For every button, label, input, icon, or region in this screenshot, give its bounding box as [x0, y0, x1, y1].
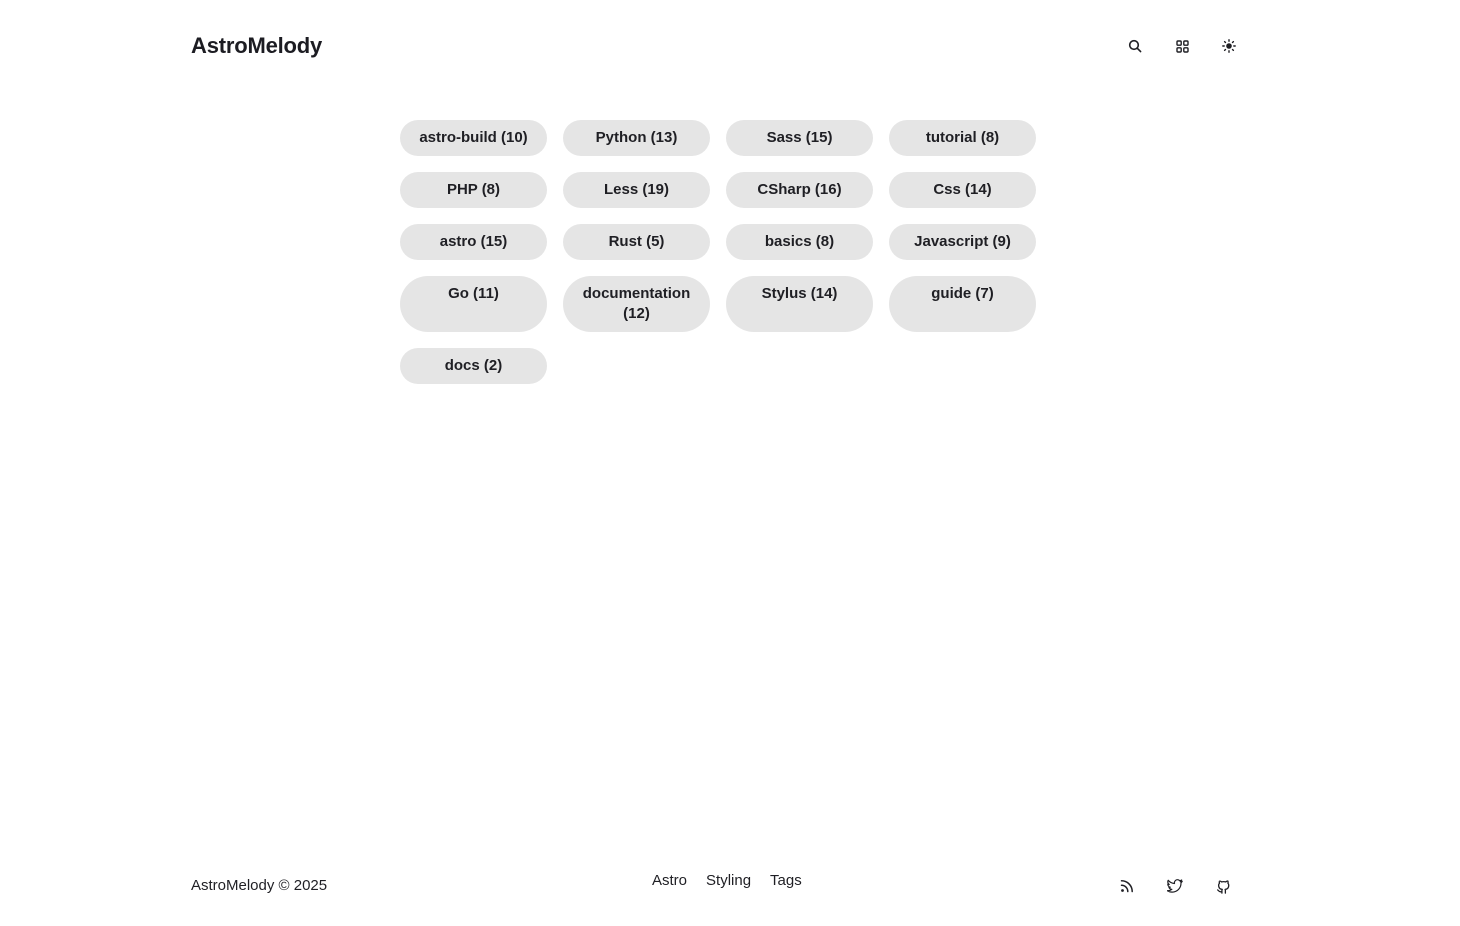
- tag-basics[interactable]: basics (8): [726, 224, 873, 260]
- footer-link-tags[interactable]: Tags: [770, 872, 802, 890]
- site-header: AstroMelody: [191, 31, 1241, 61]
- tag-guide[interactable]: guide (7): [889, 276, 1036, 332]
- tag-php[interactable]: PHP (8): [400, 172, 547, 208]
- tag-astro[interactable]: astro (15): [400, 224, 547, 260]
- sun-icon[interactable]: [1217, 34, 1241, 58]
- tag-python[interactable]: Python (13): [563, 120, 710, 156]
- site-footer: AstroMelody © 2025 Astro Styling Tags: [191, 868, 1241, 904]
- tag-grid: astro-build (10) Python (13) Sass (15) t…: [400, 120, 1038, 384]
- tag-documentation[interactable]: documentation (12): [563, 276, 710, 332]
- github-icon[interactable]: [1211, 874, 1235, 898]
- grid-icon[interactable]: [1170, 34, 1194, 58]
- page: AstroMelody astro-build (10) Python (13)…: [0, 0, 1460, 926]
- tag-css[interactable]: Css (14): [889, 172, 1036, 208]
- footer-social: [1115, 874, 1235, 898]
- tag-javascript[interactable]: Javascript (9): [889, 224, 1036, 260]
- tag-rust[interactable]: Rust (5): [563, 224, 710, 260]
- tag-csharp[interactable]: CSharp (16): [726, 172, 873, 208]
- footer-link-styling[interactable]: Styling: [706, 872, 751, 890]
- rss-icon[interactable]: [1115, 874, 1139, 898]
- header-actions: [1123, 34, 1241, 58]
- tag-tutorial[interactable]: tutorial (8): [889, 120, 1036, 156]
- tag-docs[interactable]: docs (2): [400, 348, 547, 384]
- site-logo[interactable]: AstroMelody: [191, 31, 322, 61]
- twitter-icon[interactable]: [1163, 874, 1187, 898]
- footer-nav: Astro Styling Tags: [652, 872, 802, 890]
- tag-sass[interactable]: Sass (15): [726, 120, 873, 156]
- search-icon[interactable]: [1123, 34, 1147, 58]
- tag-less[interactable]: Less (19): [563, 172, 710, 208]
- tag-go[interactable]: Go (11): [400, 276, 547, 332]
- copyright-text: AstroMelody © 2025: [191, 877, 328, 894]
- tag-astro-build[interactable]: astro-build (10): [400, 120, 547, 156]
- tag-stylus[interactable]: Stylus (14): [726, 276, 873, 332]
- footer-link-astro[interactable]: Astro: [652, 872, 687, 890]
